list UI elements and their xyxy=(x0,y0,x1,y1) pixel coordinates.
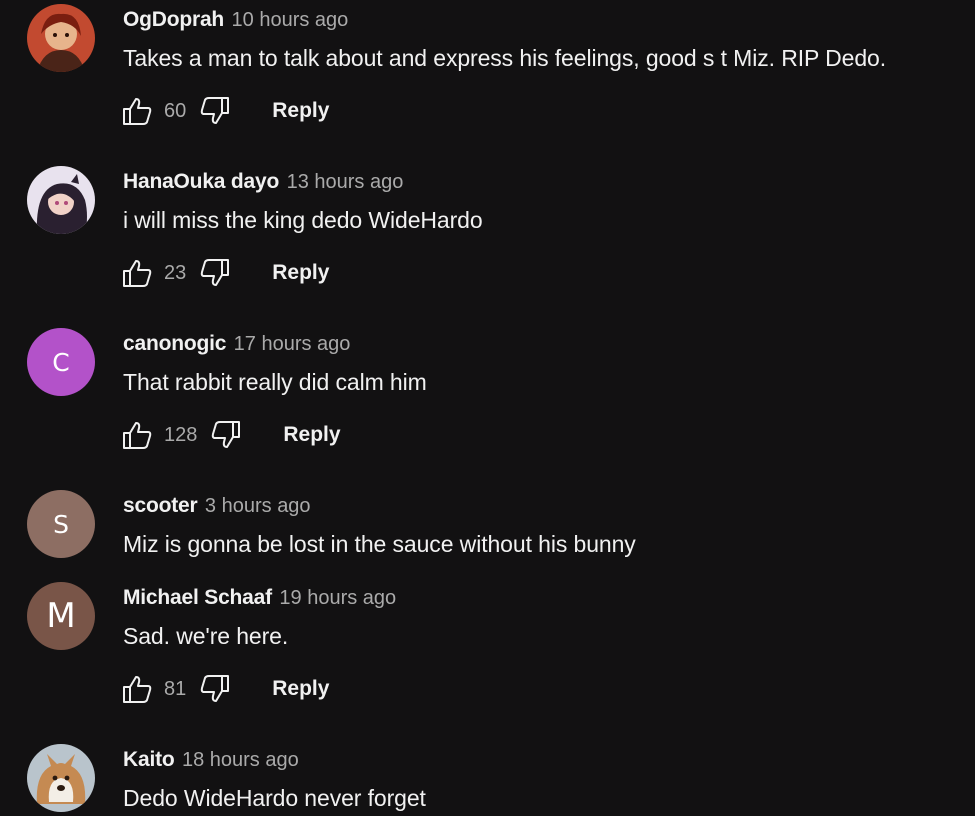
comment-actions: 60 Reply xyxy=(120,93,329,129)
dog-avatar-icon xyxy=(27,744,95,812)
thumbs-down-icon xyxy=(201,675,230,702)
comment-actions: 81 Reply xyxy=(120,671,329,707)
comment-timestamp[interactable]: 17 hours ago xyxy=(234,333,351,355)
comment-timestamp[interactable]: 13 hours ago xyxy=(287,171,404,193)
comment-author[interactable]: scooter xyxy=(123,494,198,517)
avatar-letter: C xyxy=(52,347,70,377)
reply-button[interactable]: Reply xyxy=(272,261,329,285)
anime-avatar-icon xyxy=(27,166,95,234)
comment-timestamp[interactable]: 3 hours ago xyxy=(205,495,311,517)
thumbs-up-icon xyxy=(123,422,152,449)
comment-timestamp[interactable]: 19 hours ago xyxy=(279,587,396,609)
reply-button[interactable]: Reply xyxy=(272,677,329,701)
avatar[interactable] xyxy=(27,744,95,812)
like-button[interactable] xyxy=(120,94,154,128)
comment-author[interactable]: HanaOuka dayo xyxy=(123,170,279,193)
comment-text: That rabbit really did calm him xyxy=(123,369,427,395)
avatar-letter: S xyxy=(53,509,69,539)
thumbs-down-icon xyxy=(201,97,230,124)
comment-text: Sad. we're here. xyxy=(123,623,289,649)
comment-author[interactable]: Michael Schaaf xyxy=(123,586,272,609)
like-count: 128 xyxy=(164,423,198,446)
comment-actions: 128 Reply xyxy=(120,417,341,453)
dislike-button[interactable] xyxy=(198,672,232,706)
comment-text: i will miss the king dedo WideHardo xyxy=(123,207,483,233)
reply-button[interactable]: Reply xyxy=(283,423,340,447)
avatar[interactable]: M xyxy=(27,582,95,650)
thumbs-up-icon xyxy=(123,676,152,703)
avatar[interactable] xyxy=(27,166,95,234)
dislike-button[interactable] xyxy=(209,418,243,452)
anime-avatar-icon xyxy=(27,4,95,72)
avatar[interactable]: S xyxy=(27,490,95,558)
thumbs-down-icon xyxy=(201,259,230,286)
comment-text: Takes a man to talk about and express hi… xyxy=(123,45,886,71)
like-count: 60 xyxy=(164,99,187,122)
dislike-button[interactable] xyxy=(198,256,232,290)
thumbs-up-icon xyxy=(123,260,152,287)
comment-timestamp[interactable]: 18 hours ago xyxy=(182,749,299,771)
comment-actions: 23 Reply xyxy=(120,255,329,291)
comment-timestamp[interactable]: 10 hours ago xyxy=(232,9,349,31)
like-count: 23 xyxy=(164,261,187,284)
avatar[interactable] xyxy=(27,4,95,72)
avatar[interactable]: C xyxy=(27,328,95,396)
comment-author[interactable]: canonogic xyxy=(123,332,226,355)
like-count: 81 xyxy=(164,677,187,700)
avatar-letter: M xyxy=(46,596,76,636)
dislike-button[interactable] xyxy=(198,94,232,128)
like-button[interactable] xyxy=(120,256,154,290)
thumbs-down-icon xyxy=(212,421,241,448)
comment-text: Miz is gonna be lost in the sauce withou… xyxy=(123,531,636,557)
reply-button[interactable]: Reply xyxy=(272,99,329,123)
comment-text: Dedo WideHardo never forget xyxy=(123,785,426,811)
comment-author[interactable]: OgDoprah xyxy=(123,8,224,31)
comment-author[interactable]: Kaito xyxy=(123,748,175,771)
thumbs-up-icon xyxy=(123,98,152,125)
like-button[interactable] xyxy=(120,418,154,452)
like-button[interactable] xyxy=(120,672,154,706)
